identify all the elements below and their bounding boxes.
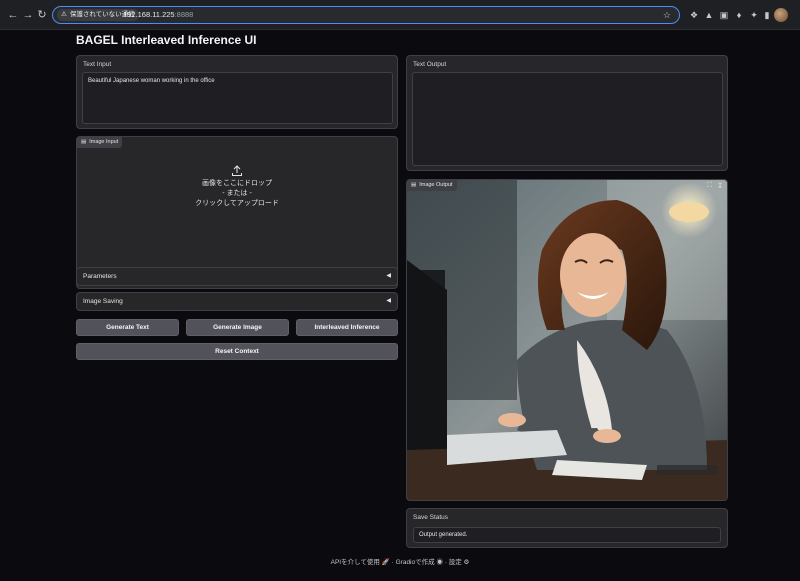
forward-icon[interactable]: → [21, 8, 35, 22]
extension-icon[interactable]: ▲ [703, 9, 715, 21]
text-input-value: Beautiful Japanese woman working in the … [88, 78, 215, 84]
generate-image-button[interactable]: Generate Image [186, 319, 289, 336]
footer: APIを介して使用 🚀 · Gradioで作成 ◉ · 設定 ⚙ [330, 559, 470, 566]
text-input-label: Text Input [83, 61, 112, 68]
address-bar[interactable]: ⚠ 保護されていない通信 192.168.11.225:8888 ☆ [52, 6, 680, 24]
warning-icon: ⚠ [61, 11, 67, 18]
image-icon: ▤ [411, 182, 417, 188]
drop-text: 画像をここにドロップ [202, 180, 272, 187]
profile-avatar[interactable] [774, 8, 788, 22]
image-icon: ▤ [81, 139, 87, 145]
shield-icon[interactable]: ♦ [733, 9, 745, 21]
image-output-actions: ⛶ ↧ [707, 182, 723, 190]
parameters-accordion[interactable]: Parameters ◀ [76, 267, 398, 286]
gradio-link[interactable]: Gradioで作成 [396, 559, 435, 566]
panel-icon[interactable]: ▣ [718, 9, 730, 21]
text-output-panel: Text Output [406, 55, 728, 171]
gradio-app: BAGEL Interleaved Inference UI Text Inpu… [0, 30, 800, 581]
reload-icon[interactable]: ↻ [35, 8, 49, 22]
or-text: - または - [222, 190, 252, 197]
image-input-label: ▤ Image Input [77, 137, 123, 148]
image-output-label: ▤ Image Output [407, 180, 457, 191]
text-input-field[interactable]: Beautiful Japanese woman working in the … [82, 72, 393, 124]
browser-toolbar: ← → ↻ ⚠ 保護されていない通信 192.168.11.225:8888 ☆… [0, 0, 800, 30]
image-saving-label: Image Saving [83, 298, 123, 305]
click-upload-text: クリックしてアップロード [195, 200, 279, 207]
translate-icon[interactable]: ❖ [688, 9, 700, 21]
image-output-panel: ▤ Image Output ⛶ ↧ [406, 179, 728, 501]
page-title: BAGEL Interleaved Inference UI [76, 33, 257, 47]
image-dropzone[interactable]: 画像をここにドロップ - または - クリックしてアップロード [77, 165, 397, 209]
download-icon[interactable]: ↧ [717, 182, 723, 190]
save-status-field[interactable]: Output generated. [413, 527, 721, 543]
sidebar-icon[interactable]: ▮ [761, 9, 773, 21]
save-status-label: Save Status [413, 514, 449, 521]
gradio-logo-icon: ◉ [436, 559, 443, 566]
back-icon[interactable]: ← [6, 8, 20, 22]
gear-icon[interactable]: ⚙ [464, 559, 470, 566]
settings-link[interactable]: 設定 [449, 559, 462, 566]
rocket-icon: 🚀 [381, 559, 390, 566]
save-status-panel: Save Status Output generated. [406, 508, 728, 548]
collapse-arrow-icon: ◀ [386, 298, 391, 304]
reset-context-button[interactable]: Reset Context [76, 343, 398, 360]
upload-icon [232, 165, 242, 176]
bookmark-star-icon[interactable]: ☆ [663, 9, 671, 21]
collapse-arrow-icon: ◀ [386, 273, 391, 279]
generated-image [407, 180, 727, 500]
url-text[interactable]: 192.168.11.225:8888 [123, 9, 193, 21]
generate-text-button[interactable]: Generate Text [76, 319, 179, 336]
image-saving-accordion[interactable]: Image Saving ◀ [76, 292, 398, 311]
text-input-panel: Text Input Beautiful Japanese woman work… [76, 55, 398, 129]
text-output-label: Text Output [413, 61, 447, 68]
text-output-field[interactable] [412, 72, 723, 166]
parameters-label: Parameters [83, 273, 117, 280]
api-link[interactable]: APIを介して使用 [331, 559, 380, 566]
interleaved-inference-button[interactable]: Interleaved Inference [296, 319, 398, 336]
save-status-value: Output generated. [419, 532, 468, 538]
fullscreen-icon[interactable]: ⛶ [707, 182, 712, 190]
puzzle-icon[interactable]: ✦ [748, 9, 760, 21]
